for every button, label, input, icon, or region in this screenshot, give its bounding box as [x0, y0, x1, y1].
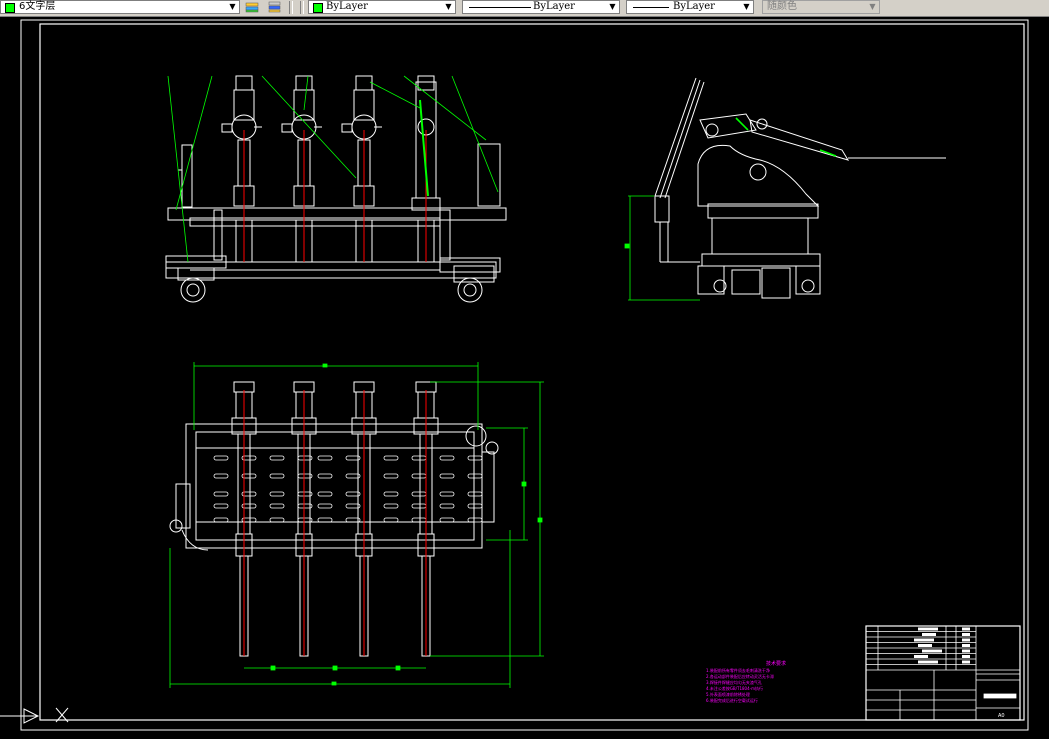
- outer-frame: [20, 19, 1029, 731]
- slot-hole: [439, 455, 455, 461]
- slot-hole: [269, 473, 285, 479]
- front-leaders: [167, 75, 499, 263]
- title-block-text: [918, 627, 938, 631]
- layer-state-icon[interactable]: [244, 0, 260, 14]
- slot-hole: [213, 473, 229, 479]
- title-block-text: [914, 638, 934, 642]
- title-block-text: [918, 644, 932, 647]
- title-block-text: [962, 627, 970, 631]
- slot-hole: [439, 491, 455, 497]
- title-block-text: [918, 660, 938, 664]
- title-block-text: [914, 655, 928, 658]
- toolbar-separator: [289, 1, 293, 14]
- slot-hole: [383, 503, 399, 509]
- slot-hole: [269, 455, 285, 461]
- plotstyle-dropdown: 随颜色 ▼: [762, 0, 880, 14]
- front-view: [165, 75, 507, 303]
- layer-color-swatch: [5, 3, 15, 13]
- slot-hole: [411, 455, 427, 461]
- slot-hole: [317, 473, 333, 479]
- chevron-down-icon[interactable]: ▼: [607, 2, 618, 12]
- title-block-text: [962, 649, 970, 653]
- ucs-icon: [0, 707, 69, 724]
- title-block-text: [962, 638, 970, 642]
- inner-frame: [39, 23, 1025, 721]
- title-block-text: [962, 633, 970, 636]
- plotstyle-value: 随颜色: [767, 1, 797, 12]
- slot-hole: [439, 517, 455, 523]
- slot-hole: [439, 473, 455, 479]
- linetype-sample: [469, 7, 531, 8]
- top-view: [169, 423, 499, 551]
- top-view-dimensions: [169, 362, 544, 688]
- slot-hole: [269, 503, 285, 509]
- slot-hole: [269, 517, 285, 523]
- sheet-size-label: A0: [998, 713, 1005, 719]
- slot-hole: [467, 455, 483, 461]
- slot-hole: [383, 491, 399, 497]
- layer-dropdown[interactable]: 6文字层 ▼: [0, 0, 240, 14]
- top-view-tool: [351, 381, 377, 657]
- chevron-down-icon: ▼: [869, 2, 876, 11]
- title-block-text: [922, 649, 942, 653]
- toolbar-separator: [300, 1, 304, 14]
- layer-name: 6文字层: [19, 1, 56, 12]
- technical-notes: 技术要求 1.装配前所有零件须去毛刺清洗干净 2.各运动部件装配后应转动灵活无卡…: [706, 661, 846, 704]
- top-view-tool: [231, 381, 257, 657]
- slot-hole: [317, 491, 333, 497]
- slot-hole: [383, 517, 399, 523]
- slot-hole: [213, 517, 229, 523]
- slot-hole: [411, 503, 427, 509]
- color-swatch: [313, 3, 323, 13]
- slot-hole: [439, 503, 455, 509]
- color-value: ByLayer: [326, 1, 368, 12]
- lineweight-sample: [633, 7, 669, 8]
- slot-hole: [213, 491, 229, 497]
- slot-hole: [213, 503, 229, 509]
- title-block: [865, 625, 1021, 721]
- slot-hole: [411, 491, 427, 497]
- linetype-value: ByLayer: [533, 1, 575, 12]
- property-toolbar: 6文字层 ▼ ByLayer ▼ ByLayer ▼ ByLayer ▼ 随颜色…: [0, 0, 1049, 17]
- slot-hole: [411, 473, 427, 479]
- slot-hole: [317, 503, 333, 509]
- front-centerlines: [243, 130, 427, 262]
- front-tool-1: [221, 75, 262, 263]
- notes-title: 技术要求: [765, 661, 786, 667]
- title-block-text: [962, 660, 970, 664]
- slot-hole: [317, 455, 333, 461]
- slot-hole: [317, 517, 333, 523]
- layer-previous-icon[interactable]: [266, 0, 282, 14]
- slot-hole: [213, 455, 229, 461]
- top-view-tool: [291, 381, 317, 657]
- linetype-dropdown[interactable]: ByLayer ▼: [462, 0, 620, 14]
- chevron-down-icon[interactable]: ▼: [741, 2, 752, 12]
- slot-hole: [383, 455, 399, 461]
- title-block-text: [922, 633, 936, 636]
- slot-hole: [467, 503, 483, 509]
- top-view-slots: [213, 455, 483, 523]
- lineweight-dropdown[interactable]: ByLayer ▼: [626, 0, 754, 14]
- title-block-text: [962, 655, 970, 658]
- chevron-down-icon[interactable]: ▼: [227, 2, 238, 12]
- notes-line: 6.装配完成后进行空载试运行: [706, 698, 758, 703]
- top-view-tool: [413, 381, 439, 657]
- side-view: [654, 77, 946, 299]
- drawing-canvas[interactable]: A0 技术要求 1.装配前所有零件须去毛刺清洗干净 2.各运动部件装配后应转动灵…: [0, 16, 1049, 739]
- slot-hole: [383, 473, 399, 479]
- slot-hole: [467, 517, 483, 523]
- slot-hole: [467, 473, 483, 479]
- cad-drawing: A0: [0, 19, 1029, 731]
- chevron-down-icon[interactable]: ▼: [443, 2, 454, 12]
- top-view-tools: [231, 381, 439, 657]
- slot-hole: [467, 491, 483, 497]
- side-dimensions: [624, 117, 837, 301]
- slot-hole: [411, 517, 427, 523]
- color-dropdown[interactable]: ByLayer ▼: [308, 0, 456, 14]
- lineweight-value: ByLayer: [673, 1, 715, 12]
- title-block-text: [962, 644, 970, 647]
- slot-hole: [269, 491, 285, 497]
